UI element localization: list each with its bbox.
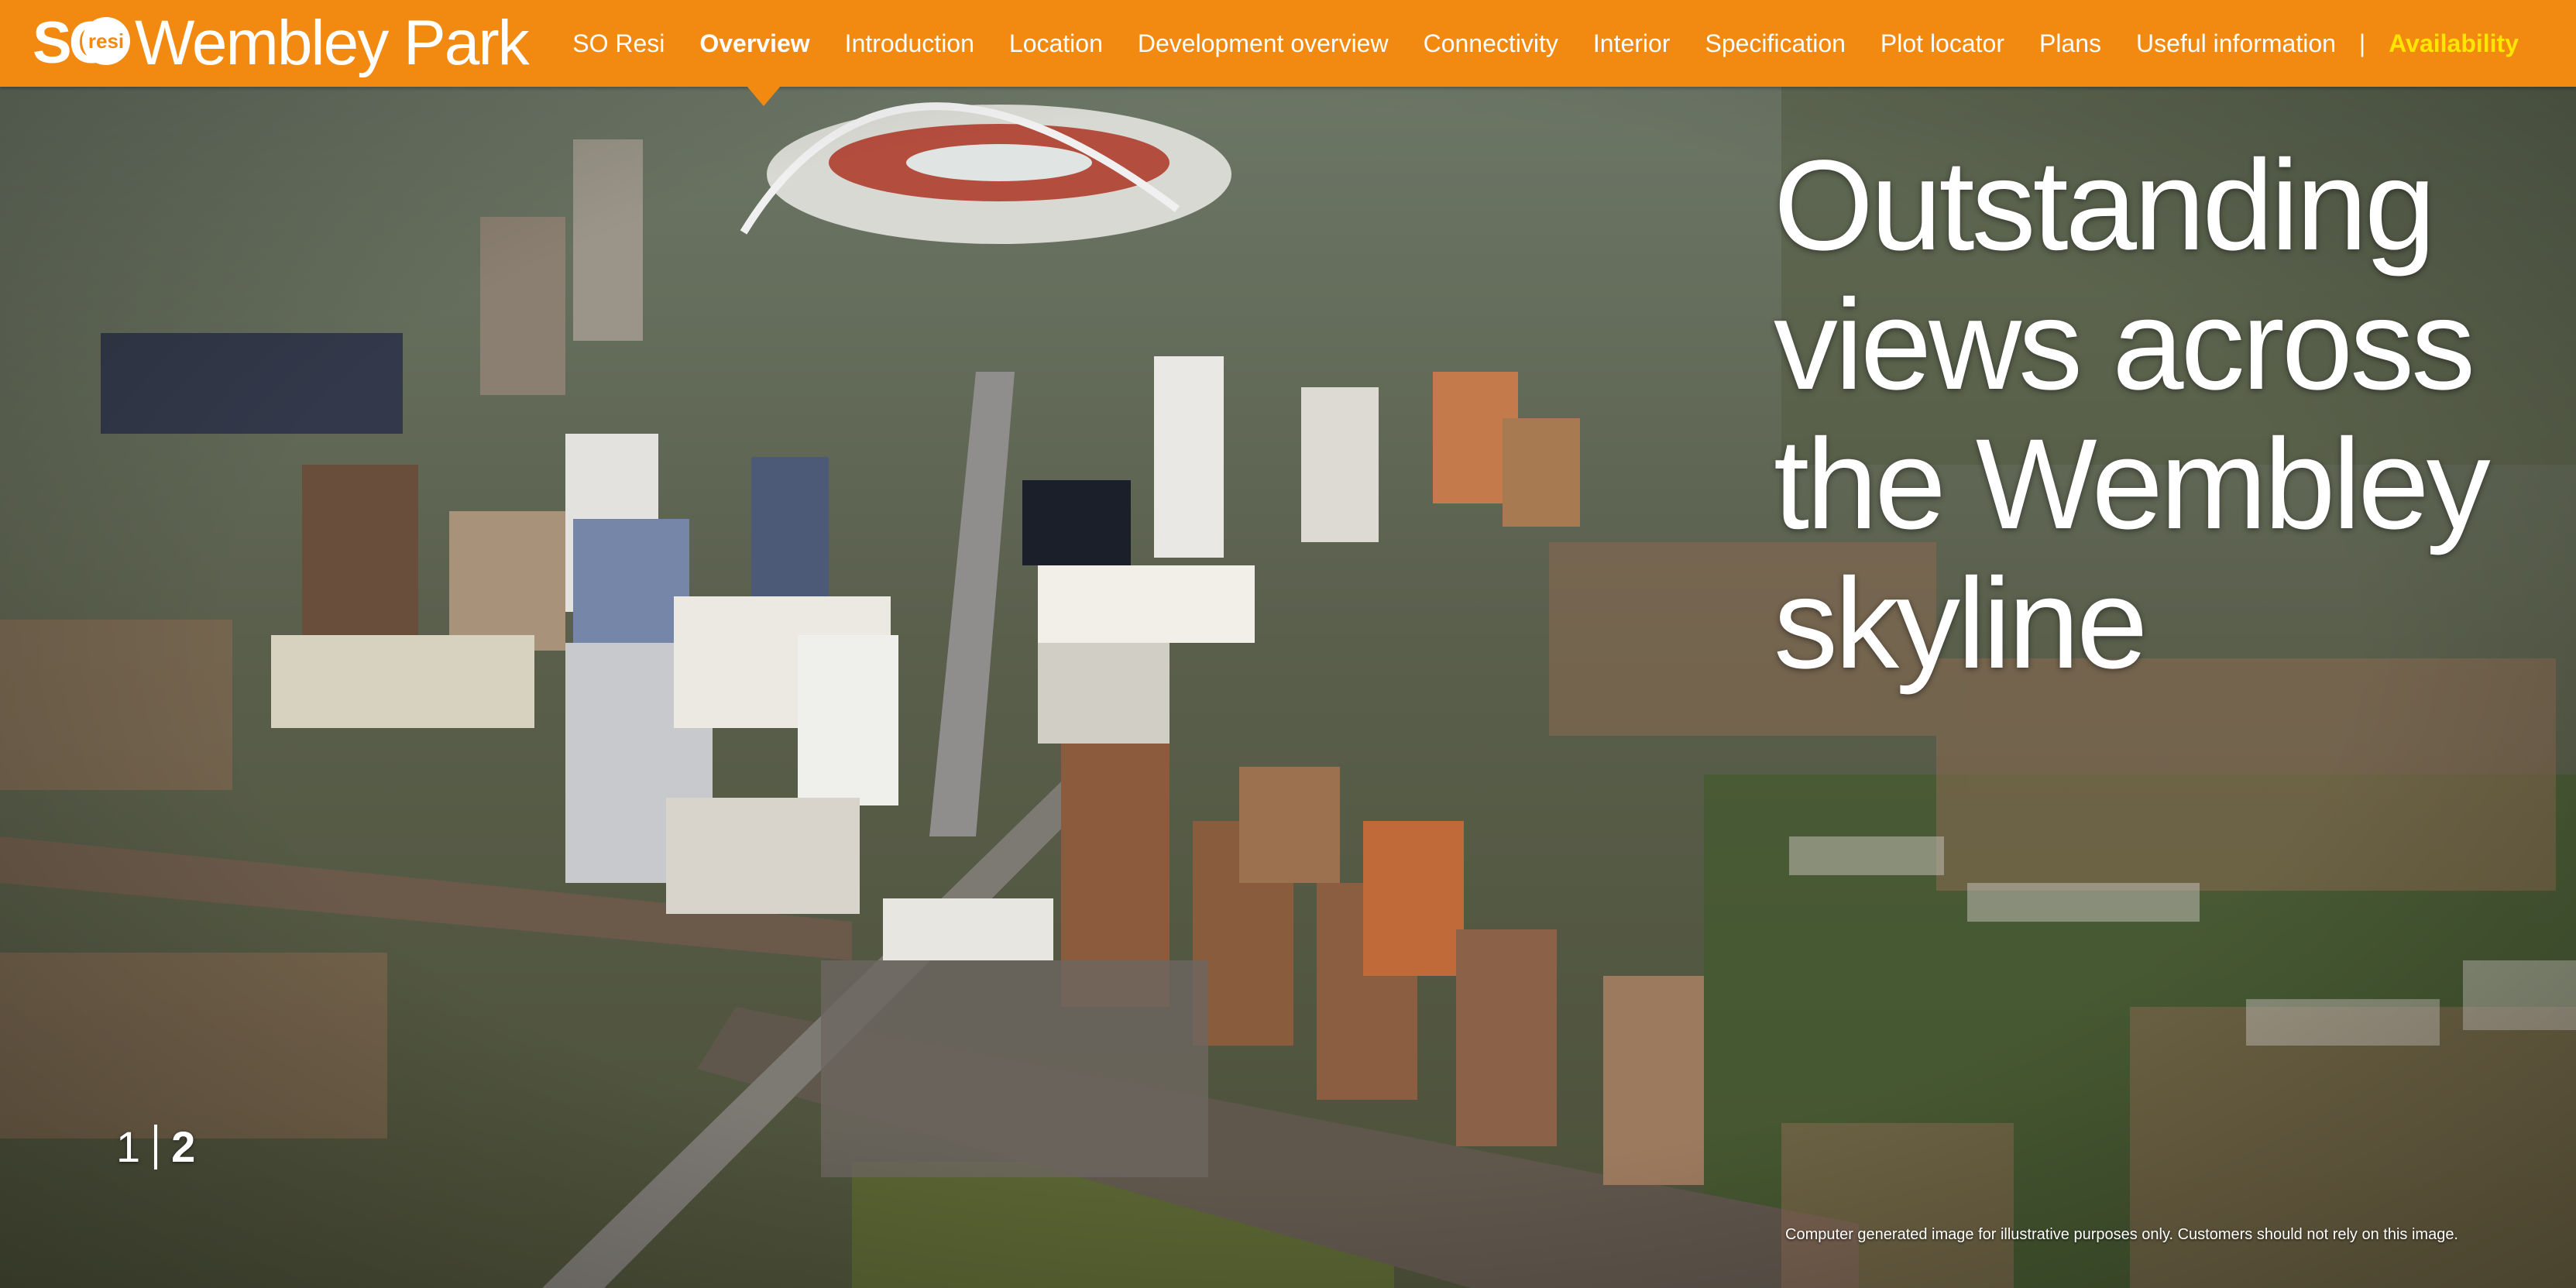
nav-availability[interactable]: Availability (2389, 29, 2519, 58)
page-divider (154, 1124, 158, 1170)
nav-plot-locator[interactable]: Plot locator (1880, 29, 2004, 58)
nav-useful-information[interactable]: Useful information (2136, 29, 2336, 58)
nav-overview[interactable]: Overview (699, 29, 809, 58)
current-page-number: 2 (171, 1122, 196, 1171)
hero-headline: Outstanding views across the Wembley sky… (1774, 134, 2491, 696)
page: SO resi Wembley Park SO Resi Overview In… (0, 0, 2576, 1288)
page-1-link[interactable]: 1 (116, 1121, 140, 1172)
nav-connectivity[interactable]: Connectivity (1424, 29, 1558, 58)
nav-separator: | (2358, 29, 2366, 57)
nav-so-resi[interactable]: SO Resi (572, 29, 665, 58)
main-nav: SO Resi Overview Introduction Location D… (538, 0, 2519, 87)
brand-logo[interactable]: SO resi Wembley Park (33, 8, 530, 78)
nav-specification[interactable]: Specification (1705, 29, 1845, 58)
brand-name: Wembley Park (135, 8, 530, 78)
logo-resi-badge: resi (82, 17, 130, 65)
active-nav-pointer (747, 86, 781, 106)
page-counter: 1 2 (116, 1121, 195, 1172)
image-disclaimer: Computer generated image for illustrativ… (1785, 1226, 2458, 1243)
nav-introduction[interactable]: Introduction (845, 29, 974, 58)
top-navigation-bar: SO resi Wembley Park SO Resi Overview In… (0, 0, 2576, 87)
nav-plans[interactable]: Plans (2039, 29, 2101, 58)
nav-development-overview[interactable]: Development overview (1138, 29, 1389, 58)
nav-location[interactable]: Location (1009, 29, 1103, 58)
so-resi-logo-mark: SO resi (33, 9, 133, 77)
nav-interior[interactable]: Interior (1593, 29, 1671, 58)
